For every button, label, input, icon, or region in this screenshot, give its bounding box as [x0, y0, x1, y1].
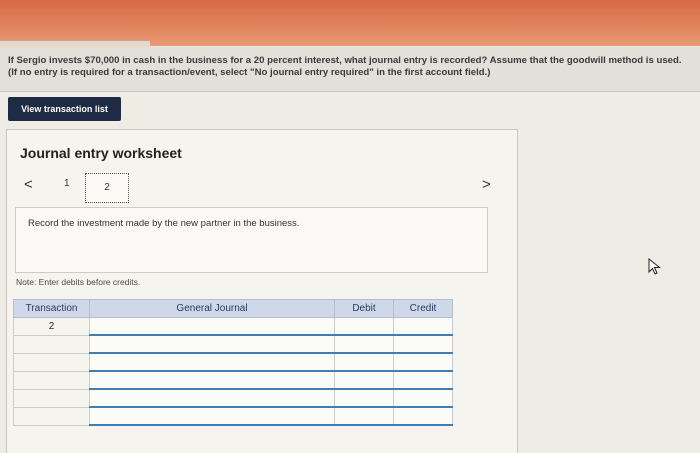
header-credit: Credit [393, 299, 453, 318]
table-row [13, 389, 453, 408]
credit-field[interactable] [393, 371, 453, 390]
header-general-journal: General Journal [89, 299, 335, 318]
transaction-cell [13, 389, 90, 408]
credit-field[interactable] [393, 335, 453, 354]
account-field[interactable] [89, 335, 335, 354]
debit-field[interactable] [334, 353, 394, 372]
transaction-cell [13, 371, 90, 390]
account-field[interactable] [89, 317, 335, 336]
credit-field[interactable] [393, 317, 453, 336]
table-row [13, 335, 453, 354]
debit-field[interactable] [334, 335, 394, 354]
question-text: If Sergio invests $70,000 in cash in the… [8, 55, 682, 78]
transaction-cell [13, 335, 90, 354]
next-arrow-icon[interactable]: > [482, 176, 491, 193]
credit-field[interactable] [393, 389, 453, 408]
header-debit: Debit [334, 299, 394, 318]
instruction-text: Record the investment made by the new pa… [28, 218, 300, 229]
view-transaction-list-button[interactable]: View transaction list [8, 97, 121, 121]
table-row [13, 407, 453, 426]
table-row: 2 [13, 317, 453, 336]
debit-field[interactable] [334, 317, 394, 336]
debit-field[interactable] [334, 389, 394, 408]
worksheet-title: Journal entry worksheet [20, 145, 182, 161]
transaction-cell [13, 353, 90, 372]
debit-field[interactable] [334, 371, 394, 390]
page-tab-2[interactable]: 2 [85, 173, 129, 203]
note-text: Note: Enter debits before credits. [16, 277, 141, 287]
question-panel: If Sergio invests $70,000 in cash in the… [0, 47, 700, 92]
page-tab-1[interactable]: 1 [64, 178, 70, 189]
mouse-pointer-icon [648, 257, 662, 281]
credit-field[interactable] [393, 353, 453, 372]
journal-table: Transaction General Journal Debit Credit… [13, 299, 453, 426]
account-field[interactable] [89, 389, 335, 408]
journal-entry-worksheet: Journal entry worksheet < 1 2 > Record t… [6, 129, 518, 453]
header-transaction: Transaction [13, 299, 90, 318]
instruction-box: Record the investment made by the new pa… [15, 207, 488, 273]
account-field[interactable] [89, 371, 335, 390]
debit-field[interactable] [334, 407, 394, 426]
credit-field[interactable] [393, 407, 453, 426]
transaction-cell: 2 [13, 317, 90, 336]
account-field[interactable] [89, 353, 335, 372]
account-field[interactable] [89, 407, 335, 426]
table-row [13, 371, 453, 390]
table-row [13, 353, 453, 372]
prev-arrow-icon[interactable]: < [24, 176, 33, 193]
transaction-cell [13, 407, 90, 426]
